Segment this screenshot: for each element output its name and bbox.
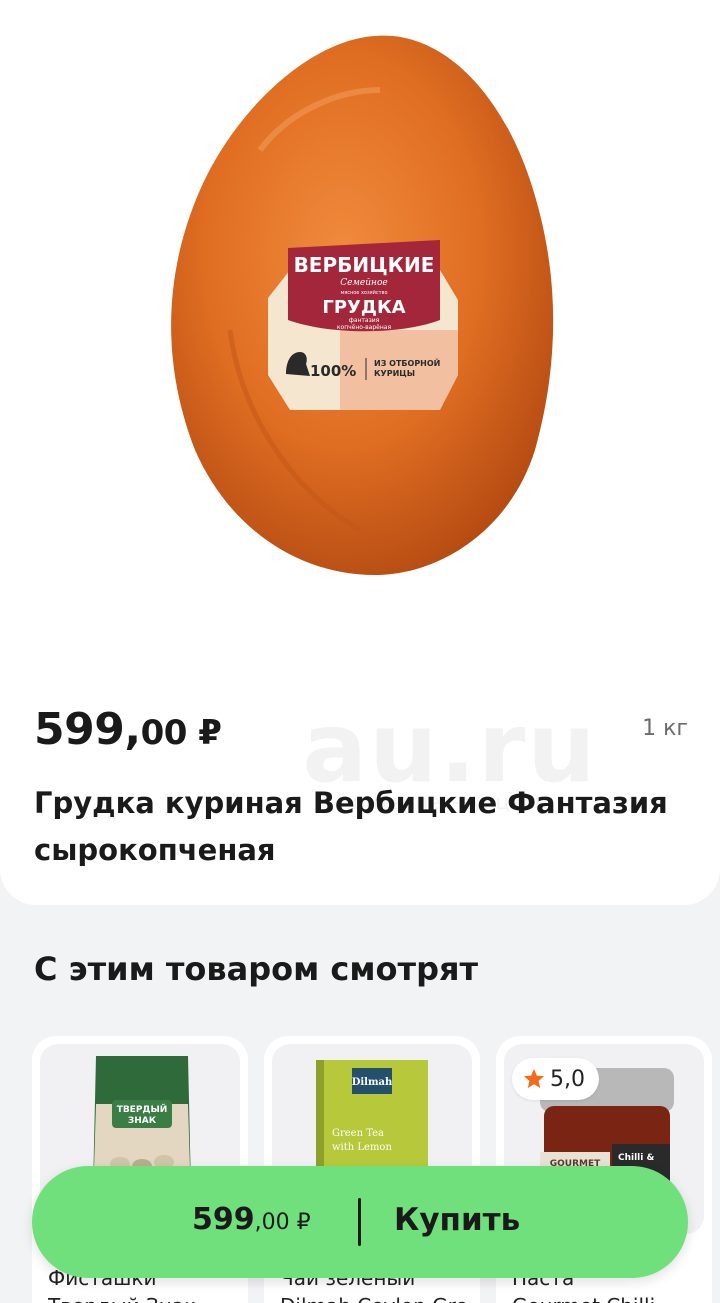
card-name-line2: Твердый Знак xyxy=(48,1292,238,1303)
label-script: Семейное xyxy=(340,278,387,288)
pack-text2: with Lemon xyxy=(332,1142,392,1153)
rating-value: 5,0 xyxy=(550,1066,585,1092)
buy-button[interactable]: 599,00 ₽ Купить xyxy=(32,1166,688,1278)
star-icon xyxy=(524,1069,544,1088)
label-percent: 100% xyxy=(310,362,356,380)
rating-badge: 5,0 xyxy=(512,1058,599,1100)
pack-label1: ТВЕРДЫЙ xyxy=(117,1103,168,1115)
label-desc2: копчёно-варёная xyxy=(337,324,392,331)
price-main: 599, xyxy=(34,704,141,755)
pack-text1: Green Tea xyxy=(332,1128,384,1139)
buy-price: 599,00 ₽ xyxy=(192,1202,311,1237)
label-brand: ВЕРБИЦКИЕ xyxy=(294,253,435,277)
label-name: ГРУДКА xyxy=(322,297,405,318)
label-claim2: КУРИЦЫ xyxy=(374,369,415,378)
product-image[interactable]: ВЕРБИЦКИЕ Семейное мясное хозяйство ГРУД… xyxy=(140,30,610,600)
product-price: 599,00 ₽ xyxy=(34,704,222,755)
product-unit: 1 кг xyxy=(642,716,688,741)
buy-label: Купить xyxy=(394,1202,521,1238)
pack-text: Chilli & xyxy=(618,1153,654,1163)
label-claim1: ИЗ ОТБОРНОЙ xyxy=(374,357,440,368)
buy-price-decimals: ,00 ₽ xyxy=(254,1210,311,1235)
buy-price-main: 599 xyxy=(192,1202,255,1237)
product-title: Грудка куриная Вербицкие Фантазия сыроко… xyxy=(34,786,668,867)
buy-divider xyxy=(358,1198,361,1246)
price-decimals: 00 ₽ xyxy=(140,713,222,753)
card-name-line2: Dilmah Ceylon Green xyxy=(280,1292,470,1303)
recommendations-title: С этим товаром смотрят xyxy=(34,950,479,988)
product-card: ВЕРБИЦКИЕ Семейное мясное хозяйство ГРУД… xyxy=(0,0,720,905)
label-subtitle: мясное хозяйство xyxy=(340,289,387,296)
pack-brand: Dilmah xyxy=(352,1077,393,1088)
card-name-line2: Gourmet Chilli xyxy=(512,1292,702,1303)
pack-label2: ЗНАК xyxy=(128,1116,157,1126)
label-desc1: фантазия xyxy=(349,317,380,324)
